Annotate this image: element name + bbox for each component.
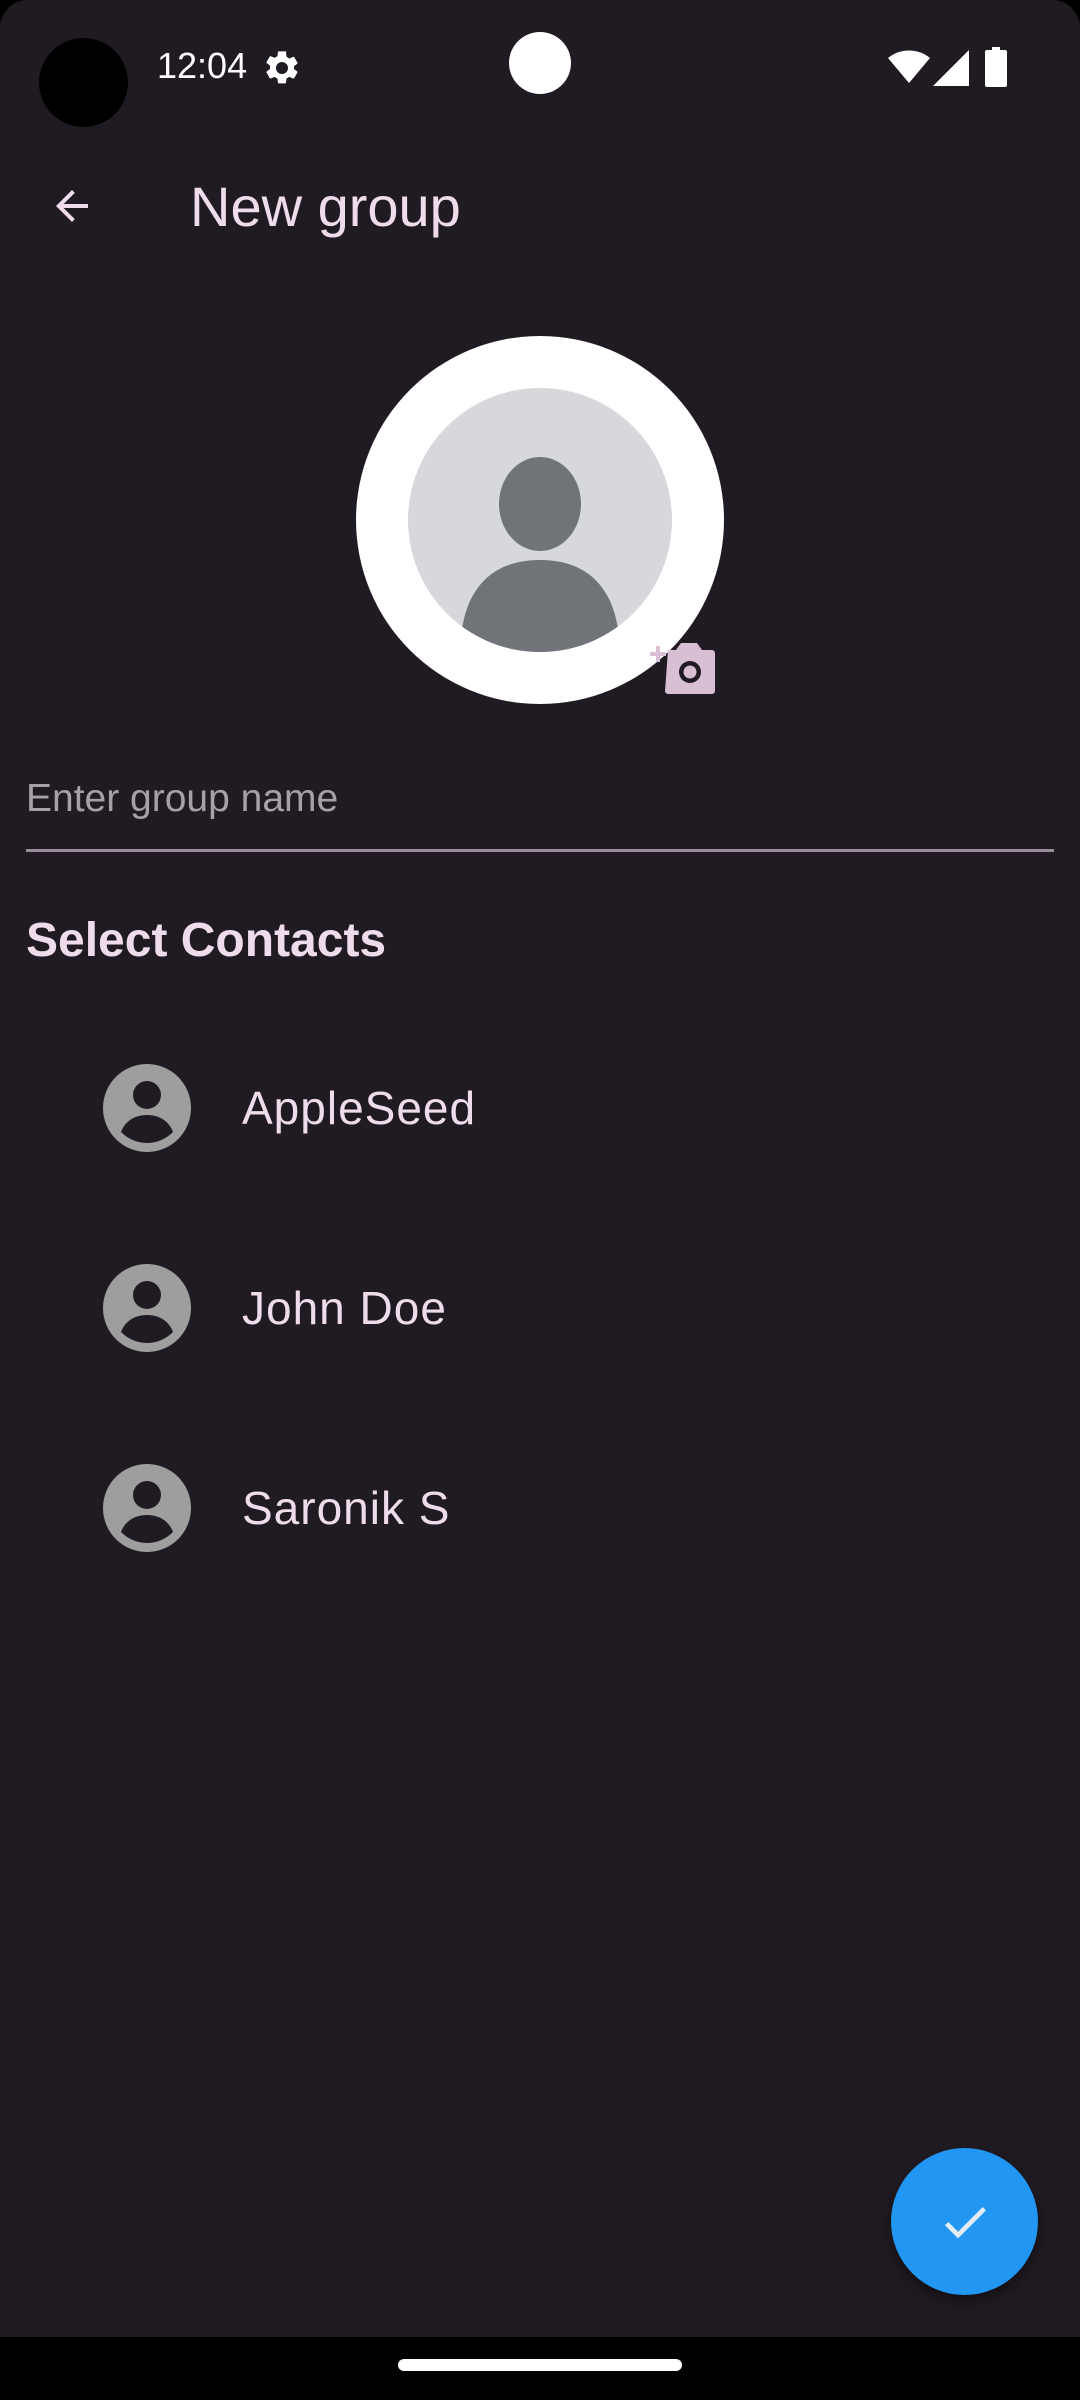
arrow-left-icon [56,190,88,222]
select-contacts-heading: Select Contacts [26,914,387,967]
contact-row-john-doe[interactable]: John Doe [0,1210,1080,1410]
account-circle-icon [103,1464,191,1552]
contact-name: AppleSeed [242,1082,477,1134]
contact-row-appleseed[interactable]: AppleSeed [0,1010,1080,1210]
gear-icon [266,51,298,84]
new-group-screen: 12:04 New group Enter group name Select … [0,0,1080,2400]
status-time: 12:04 [157,45,248,86]
home-indicator[interactable] [398,2359,682,2371]
check-icon [944,2206,986,2238]
account-circle-icon [103,1264,191,1352]
contact-name: John Doe [242,1282,447,1334]
status-bar: 12:04 [0,0,1080,130]
avatar-placeholder [408,388,672,652]
navigation-bar [0,2337,1080,2400]
contact-list: AppleSeed John Doe Saronik S [0,1010,1080,1610]
signal-icon [933,50,969,86]
battery-icon [985,47,1007,87]
page-title: New group [190,175,461,238]
camera-cutout [39,38,128,127]
back-button[interactable] [36,170,108,242]
wifi-icon [888,50,930,83]
person-silhouette-icon [460,457,620,652]
account-circle-icon [103,1064,191,1152]
contact-name: Saronik S [242,1482,451,1534]
add-camera-icon[interactable] [648,636,716,696]
contact-row-saronik-s[interactable]: Saronik S [0,1410,1080,1610]
create-group-button[interactable] [891,2148,1038,2295]
group-name-input[interactable] [26,760,1054,852]
front-camera [509,32,571,94]
